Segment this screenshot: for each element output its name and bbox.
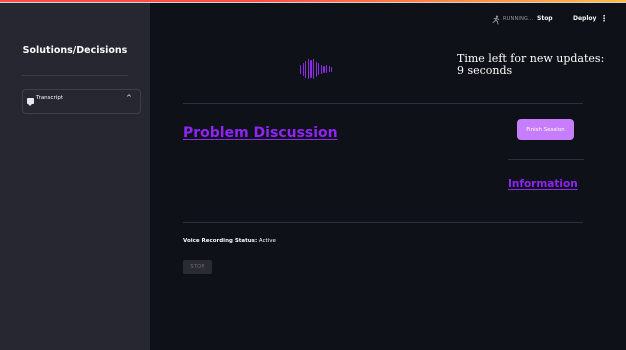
audio-waveform-icon — [300, 59, 335, 79]
problem-discussion-heading[interactable]: Problem Discussion — [183, 125, 338, 141]
waveform-bar — [328, 66, 330, 72]
running-person-icon — [492, 15, 500, 25]
deploy-button[interactable]: Deploy — [573, 15, 596, 22]
finish-session-button[interactable]: Finish Session — [517, 119, 574, 140]
section-divider-bottom — [183, 222, 583, 223]
stop-recording-button[interactable]: STOP — [183, 260, 212, 274]
waveform-bar — [331, 66, 333, 72]
information-heading[interactable]: Information — [508, 178, 578, 190]
stop-button[interactable]: Stop — [537, 15, 553, 22]
waveform-bar — [326, 65, 328, 73]
sidebar-divider — [22, 75, 128, 76]
waveform-bar — [313, 59, 315, 79]
transcript-expander[interactable]: Transcript ^ — [22, 89, 141, 114]
waveform-bar — [320, 64, 323, 74]
waveform-bar — [323, 65, 325, 73]
status-value: Active — [258, 238, 276, 244]
chat-bubble-icon — [27, 98, 34, 106]
waveform-bar — [307, 59, 310, 79]
chevron-up-icon: ^ — [126, 94, 132, 102]
time-left-text: Time left for new updates: 9 seconds — [457, 53, 604, 77]
info-divider — [508, 159, 584, 160]
running-status: RUNNING... — [503, 16, 534, 22]
time-left-value: 9 seconds — [457, 64, 513, 77]
voice-recording-status: Voice Recording Status: Active — [183, 238, 276, 244]
waveform-bar — [318, 63, 320, 75]
section-divider — [183, 103, 583, 104]
waveform-bar — [300, 64, 302, 74]
status-label: Voice Recording Status: — [183, 238, 258, 244]
transcript-expander-label: Transcript — [36, 95, 63, 101]
waveform-bar — [305, 60, 307, 78]
waveform-bar — [315, 61, 317, 77]
waveform-bar — [310, 60, 312, 78]
main-menu-button[interactable]: ⋮ — [600, 14, 608, 23]
sidebar-title: Solutions/Decisions — [22, 45, 128, 56]
sidebar: Solutions/Decisions Transcript ^ — [0, 3, 150, 350]
waveform-bar — [302, 62, 304, 76]
